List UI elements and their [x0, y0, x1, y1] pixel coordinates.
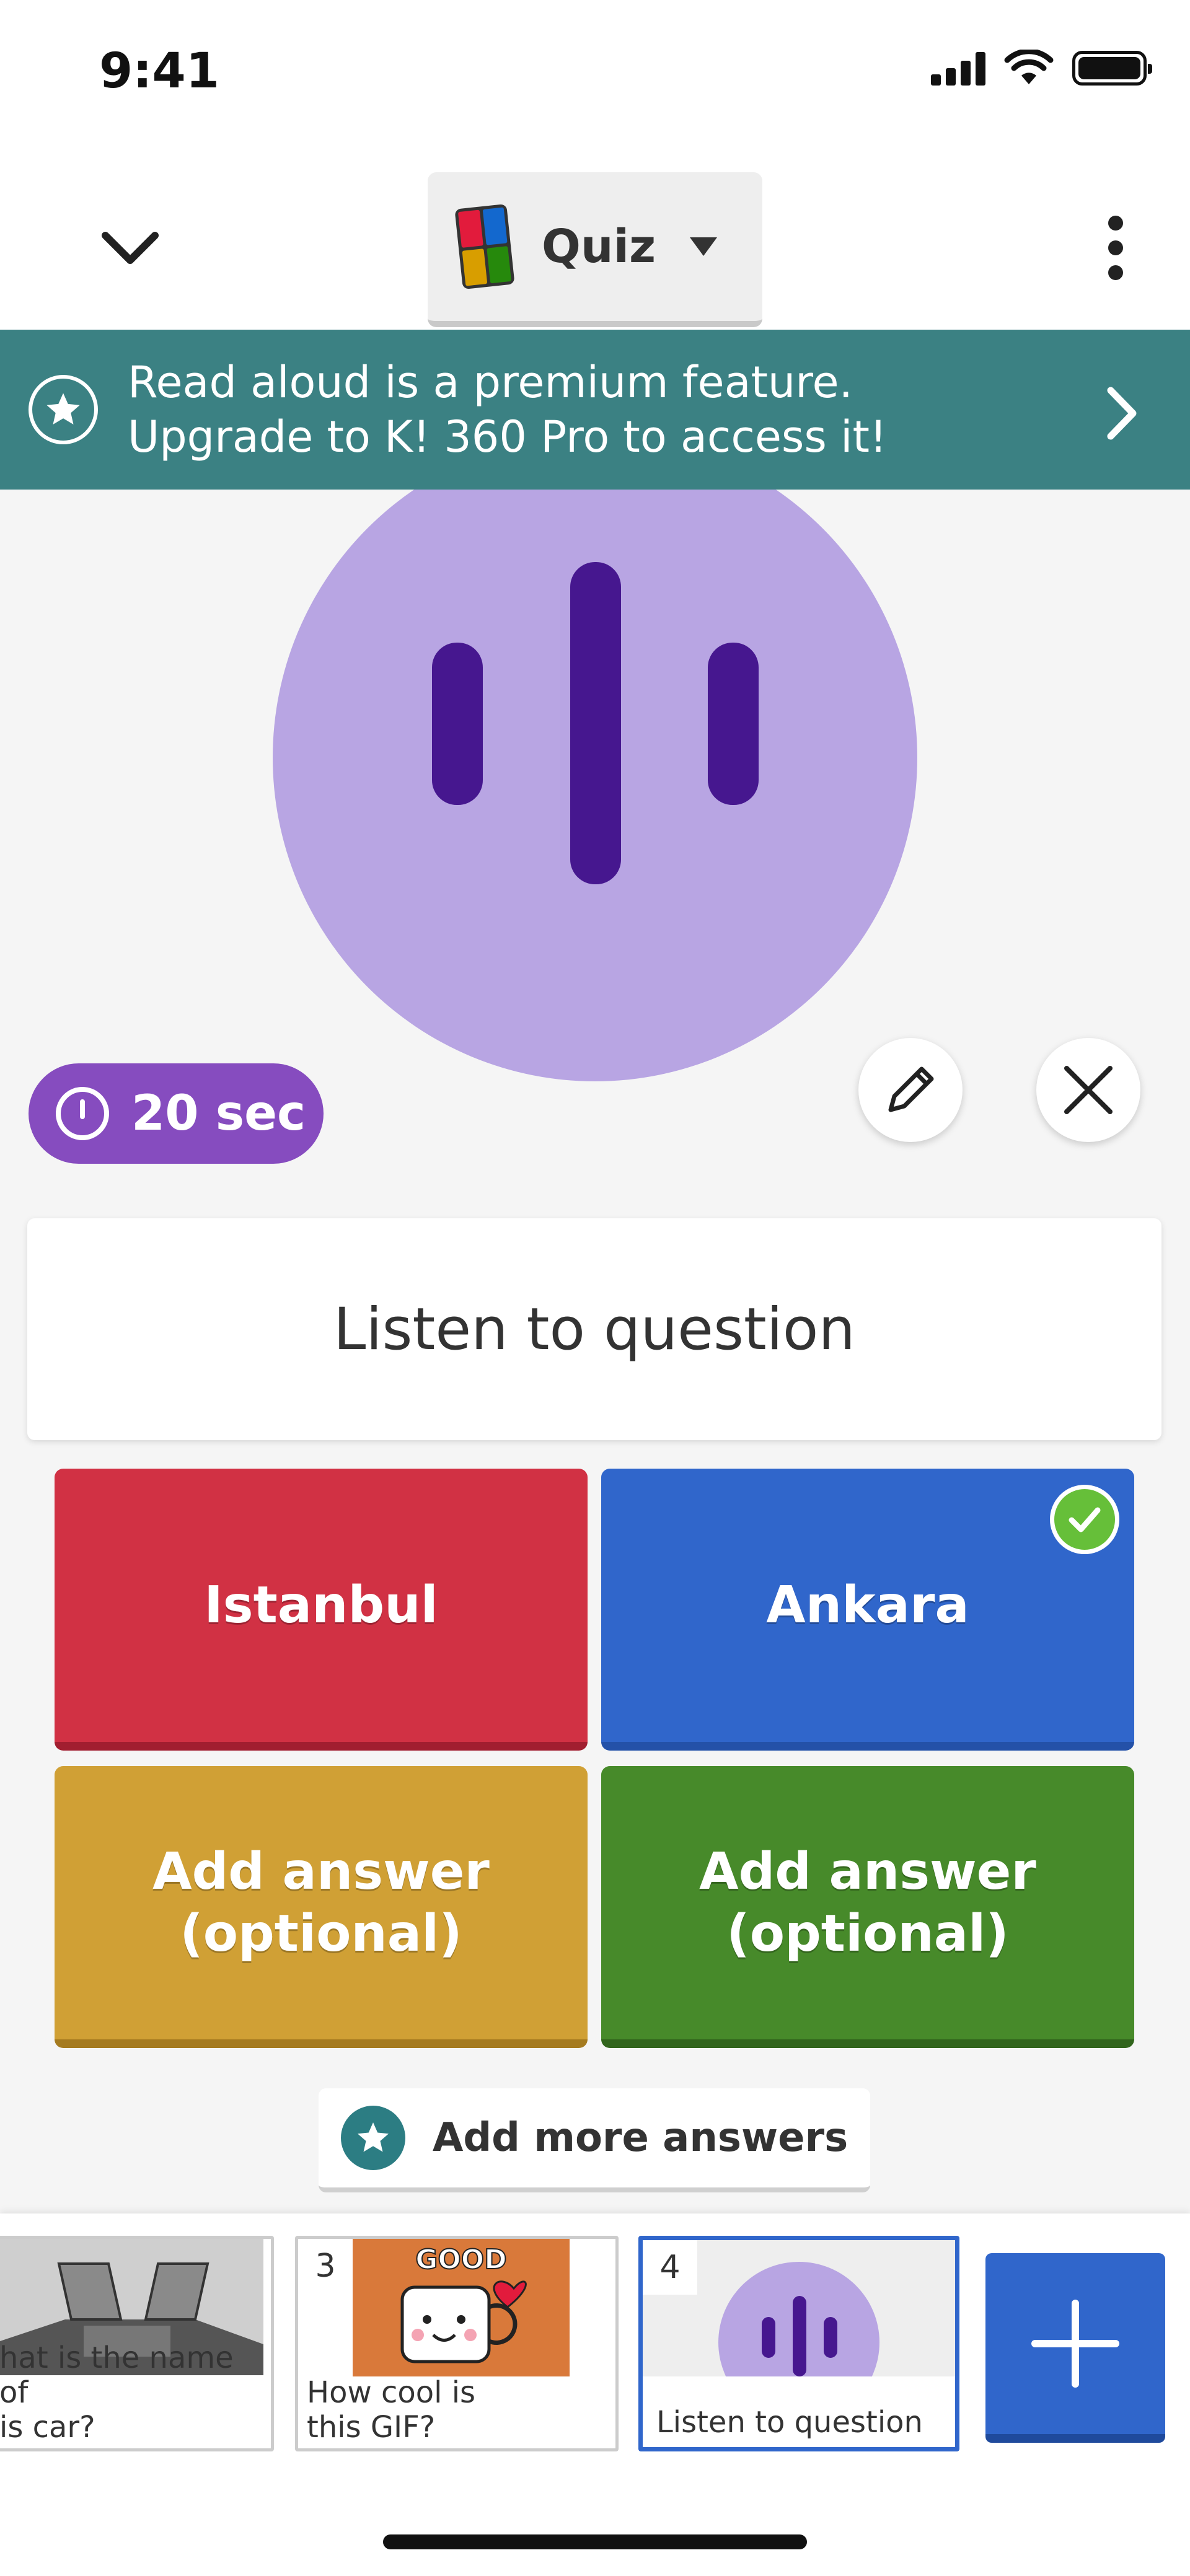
answer-3[interactable]: Add answer (optional) — [55, 1766, 588, 2048]
slide-caption-line2: is car? — [0, 2410, 95, 2445]
slide-caption-line1: How cool is — [307, 2375, 476, 2410]
answer-4-placeholder: Add answer (optional) — [699, 1841, 1036, 1965]
chevron-right-icon — [1107, 387, 1137, 440]
slide-number: 4 — [643, 2240, 697, 2295]
cellular-signal-icon — [931, 51, 985, 86]
more-dot — [1108, 240, 1123, 255]
question-text: Listen to question — [333, 1295, 855, 1363]
dropdown-arrow-icon — [690, 237, 718, 256]
slide-number: 3 — [298, 2239, 353, 2293]
answer-2[interactable]: Ankara — [601, 1469, 1134, 1751]
gif-image: GOOD — [353, 2239, 570, 2376]
premium-banner[interactable]: Read aloud is a premium feature. Upgrade… — [0, 330, 1190, 490]
question-type-label: Quiz — [542, 220, 656, 273]
star-icon — [340, 2106, 405, 2170]
audio-bar — [570, 562, 621, 884]
premium-message: Read aloud is a premium feature. Upgrade… — [128, 355, 887, 464]
status-time: 9:41 — [99, 43, 220, 99]
slide-caption: Listen to question — [646, 2405, 950, 2440]
status-icons — [931, 50, 1152, 87]
premium-message-line1: Read aloud is a premium feature. — [128, 357, 853, 408]
star-icon — [29, 375, 98, 444]
quiz-type-icon — [454, 203, 515, 290]
answer-4-line1: Add answer — [699, 1842, 1036, 1901]
time-limit-label: 20 sec — [131, 1086, 306, 1141]
premium-message-line2: Upgrade to K! 360 Pro to access it! — [128, 411, 888, 462]
chevron-down-icon — [102, 232, 159, 264]
slide-thumbnail[interactable]: hat is the name of is car? — [0, 2236, 274, 2451]
slide-tray: hat is the name of is car? 3 GOOD How co… — [0, 2213, 1190, 2576]
answer-1[interactable]: Istanbul — [55, 1469, 588, 1751]
answer-4[interactable]: Add answer (optional) — [601, 1766, 1134, 2048]
audio-bar — [432, 643, 483, 805]
add-slide-button[interactable] — [985, 2253, 1165, 2443]
answer-2-text: Ankara — [766, 1575, 969, 1635]
slide-caption-line2: this GIF? — [307, 2410, 436, 2445]
home-indicator[interactable] — [383, 2534, 807, 2549]
more-dot — [1108, 216, 1123, 231]
wifi-icon — [1004, 50, 1054, 84]
plus-icon — [1031, 2300, 1119, 2388]
correct-answer-check-icon[interactable] — [1050, 1485, 1119, 1554]
remove-media-button[interactable] — [1036, 1038, 1140, 1142]
answer-1-text: Istanbul — [204, 1575, 438, 1635]
media-area — [0, 490, 1190, 1084]
question-input[interactable]: Listen to question — [27, 1218, 1161, 1440]
edit-media-button[interactable] — [858, 1038, 963, 1142]
collapse-button[interactable] — [93, 217, 167, 279]
slide-caption: hat is the name of is car? — [0, 2341, 271, 2445]
question-type-selector[interactable]: Quiz — [428, 172, 762, 327]
add-more-answers-label: Add more answers — [432, 2115, 848, 2161]
more-dot — [1108, 265, 1123, 280]
battery-icon — [1072, 51, 1152, 86]
slide-caption-line1: Listen to question — [656, 2405, 923, 2440]
more-options-button[interactable] — [1097, 211, 1134, 285]
answer-3-line2: (optional) — [180, 1904, 462, 1963]
close-icon — [1064, 1066, 1113, 1114]
pencil-icon — [888, 1066, 934, 1112]
slide-caption-line1: hat is the name of — [0, 2341, 234, 2410]
time-limit-button[interactable]: 20 sec — [29, 1063, 324, 1164]
slide-caption: How cool is this GIF? — [307, 2375, 475, 2445]
slide-thumbnail-active[interactable]: 4 Listen to question — [638, 2236, 959, 2451]
status-bar: 9:41 — [0, 0, 1190, 149]
clock-icon — [56, 1087, 109, 1140]
answer-3-placeholder: Add answer (optional) — [152, 1841, 490, 1965]
add-more-answers-button[interactable]: Add more answers — [319, 2088, 870, 2192]
answer-4-line2: (optional) — [726, 1904, 1009, 1963]
slide-thumbnail[interactable]: 3 GOOD How cool is this GIF? — [295, 2236, 619, 2451]
answer-3-line1: Add answer — [152, 1842, 490, 1901]
top-app-bar: Quiz — [0, 149, 1190, 330]
audio-bar — [708, 643, 759, 805]
gif-text: GOOD — [415, 2244, 506, 2275]
audio-media-circle — [273, 490, 917, 1081]
